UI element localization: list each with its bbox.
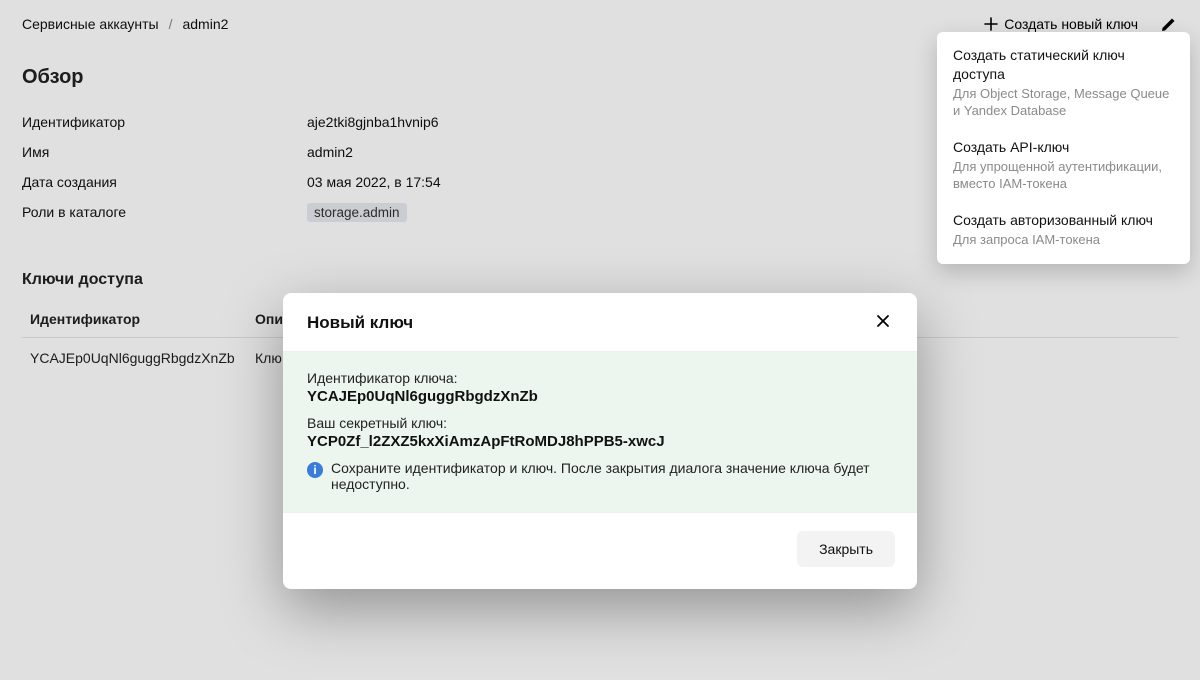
dropdown-item-subtitle: Для Object Storage, Message Queue и Yand… [953,85,1174,120]
create-key-dropdown: Создать статический ключ доступа Для Obj… [937,32,1190,264]
modal-info-text: Сохраните идентификатор и ключ. После за… [331,460,893,492]
dropdown-item-title: Создать авторизованный ключ [953,211,1174,230]
modal-secret-label: Ваш секретный ключ: [307,415,893,431]
dropdown-item-api-key[interactable]: Создать API-ключ Для упрощенной аутентиф… [937,130,1190,203]
modal-close-footer-button[interactable]: Закрыть [797,531,895,567]
new-key-modal: Новый ключ Идентификатор ключа: YCAJEp0U… [283,293,917,589]
modal-title: Новый ключ [307,313,413,333]
dropdown-item-auth-key[interactable]: Создать авторизованный ключ Для запроса … [937,203,1190,258]
modal-secret-value: YCP0Zf_l2ZXZ5kxXiAmzApFtRoMDJ8hPPB5-xwcJ [307,433,893,450]
modal-key-id-label: Идентификатор ключа: [307,370,893,386]
dropdown-item-title: Создать API-ключ [953,138,1174,157]
modal-key-id-value: YCAJEp0UqNl6guggRbgdzXnZb [307,388,893,405]
close-icon [875,313,891,334]
dropdown-item-subtitle: Для запроса IAM-токена [953,231,1174,249]
dropdown-item-title: Создать статический ключ доступа [953,46,1174,84]
dropdown-item-subtitle: Для упрощенной аутентификации, вместо IA… [953,158,1174,193]
dropdown-item-static-key[interactable]: Создать статический ключ доступа Для Obj… [937,38,1190,130]
info-icon: i [307,462,323,478]
modal-close-button[interactable] [873,313,893,333]
